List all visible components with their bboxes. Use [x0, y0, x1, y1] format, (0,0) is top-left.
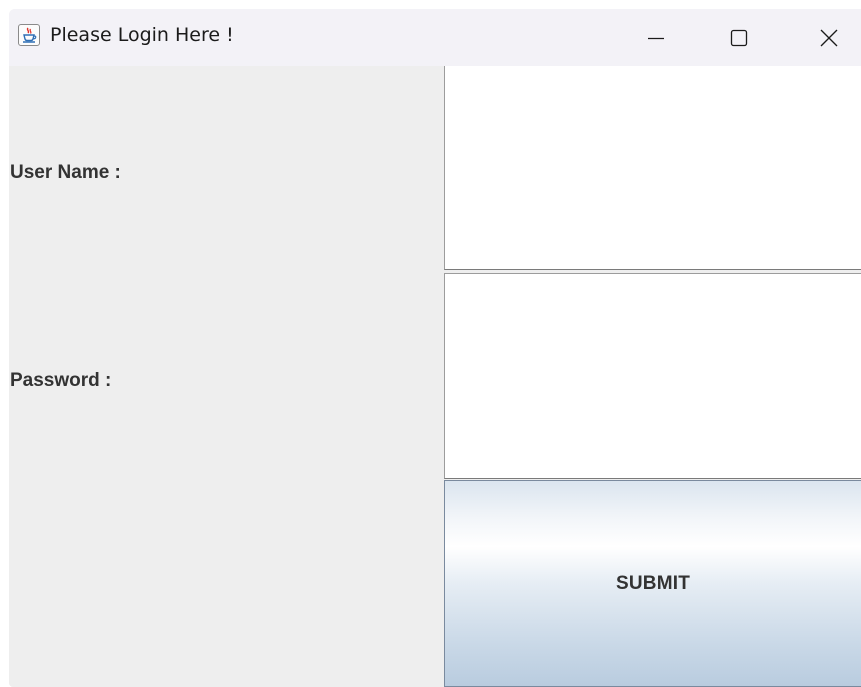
- close-icon: [819, 28, 839, 48]
- title-bar[interactable]: Please Login Here !: [9, 9, 861, 66]
- username-field[interactable]: [444, 66, 861, 270]
- minimize-button[interactable]: [627, 9, 685, 66]
- maximize-icon: [729, 28, 749, 48]
- minimize-icon: [646, 28, 666, 48]
- window-title: Please Login Here !: [50, 24, 234, 46]
- username-label: User Name :: [10, 162, 121, 183]
- login-window: Please Login Here ! User Name: Password…: [9, 9, 861, 687]
- java-cup-icon[interactable]: [18, 24, 40, 46]
- maximize-button[interactable]: [710, 9, 768, 66]
- submit-button[interactable]: SUBMIT: [444, 480, 861, 687]
- submit-button-label: SUBMIT: [615, 572, 691, 594]
- close-button[interactable]: [800, 9, 858, 66]
- password-label: Password :: [10, 370, 112, 391]
- password-field[interactable]: [444, 273, 861, 479]
